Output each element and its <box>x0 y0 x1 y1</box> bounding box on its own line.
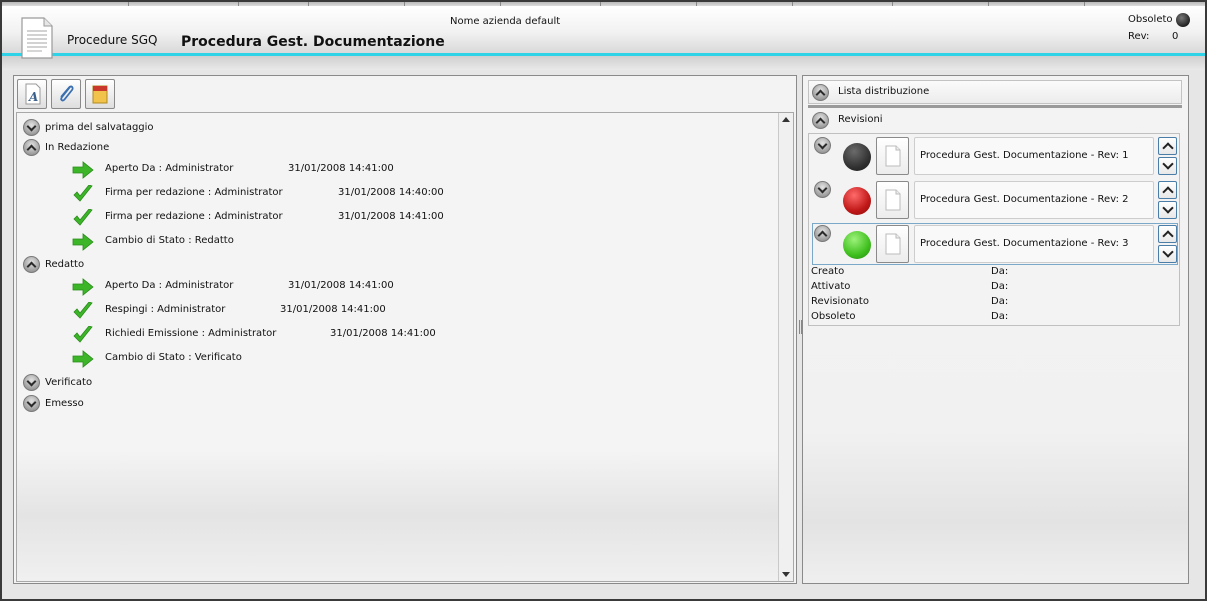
tree-node-prima-salvataggio[interactable]: prima del salvataggio <box>45 122 154 133</box>
move-down-button[interactable] <box>1158 245 1177 263</box>
event-text: Firma per redazione : Administrator <box>105 211 283 222</box>
paperclip-icon <box>60 85 74 102</box>
expand-chevron-icon[interactable] <box>23 119 40 136</box>
revision-row[interactable]: Procedura Gest. Documentazione - Rev: 2 <box>812 179 1178 221</box>
header-sub-band <box>2 56 1205 70</box>
tree-node-in-redazione[interactable]: In Redazione <box>45 142 109 153</box>
lista-distribuzione-header[interactable]: Lista distribuzione <box>808 80 1182 104</box>
detail-da: Da: <box>991 311 1009 322</box>
collapse-chevron-icon[interactable] <box>814 225 831 242</box>
move-up-button[interactable] <box>1158 225 1177 243</box>
collapse-chevron-icon[interactable] <box>812 112 829 129</box>
status-dot-icon <box>843 231 871 259</box>
obsolete-label: Obsoleto <box>1128 14 1173 25</box>
event-text: Richiedi Emissione : Administrator <box>105 328 277 339</box>
move-down-button[interactable] <box>1158 157 1177 175</box>
event-date: 31/01/2008 14:41:00 <box>330 328 436 339</box>
event-date: 31/01/2008 14:41:00 <box>288 280 394 291</box>
revision-title: Procedura Gest. Documentazione - Rev: 3 <box>914 225 1154 263</box>
event-text: Cambio di Stato : Verificato <box>105 352 242 363</box>
move-up-button[interactable] <box>1158 181 1177 199</box>
text-format-icon: A <box>25 83 41 105</box>
detail-da: Da: <box>991 296 1009 307</box>
detail-da: Da: <box>991 266 1009 277</box>
revisioni-header[interactable]: Revisioni <box>808 108 1182 132</box>
status-history-tree: prima del salvataggio In Redazione Apert… <box>16 112 794 582</box>
arrow-right-icon <box>72 278 94 296</box>
checkmark-icon <box>73 302 93 319</box>
event-date: 31/01/2008 14:40:00 <box>338 187 444 198</box>
svg-text:A: A <box>28 90 38 104</box>
expand-chevron-icon[interactable] <box>814 137 831 154</box>
text-format-button[interactable]: A <box>17 79 47 109</box>
detail-label-attivato: Attivato <box>811 281 851 292</box>
arrow-right-icon <box>72 161 94 179</box>
detail-label-obsoleto: Obsoleto <box>811 311 856 322</box>
revision-title-text: Procedura Gest. Documentazione - Rev: 1 <box>920 150 1129 161</box>
checkmark-icon <box>73 209 93 226</box>
document-icon <box>885 145 901 167</box>
document-icon <box>885 189 901 211</box>
expand-chevron-icon[interactable] <box>23 395 40 412</box>
page-title: Procedura Gest. Documentazione <box>181 34 445 50</box>
obsolete-status-dot <box>1176 13 1190 27</box>
detail-label-revisionato: Revisionato <box>811 296 869 307</box>
revisioni-label: Revisioni <box>838 114 883 125</box>
event-text: Firma per redazione : Administrator <box>105 187 283 198</box>
expand-chevron-icon[interactable] <box>814 181 831 198</box>
detail-da: Da: <box>991 281 1009 292</box>
notepad-icon <box>92 85 108 104</box>
open-document-button[interactable] <box>876 225 909 263</box>
event-date: 31/01/2008 14:41:00 <box>338 211 444 222</box>
event-text: Aperto Da : Administrator <box>105 280 234 291</box>
company-name: Nome azienda default <box>450 16 561 27</box>
scroll-down-icon[interactable] <box>782 572 790 577</box>
document-icon <box>21 17 53 59</box>
collapse-chevron-icon[interactable] <box>23 139 40 156</box>
open-document-button[interactable] <box>876 137 909 175</box>
revision-row[interactable]: Procedura Gest. Documentazione - Rev: 1 <box>812 135 1178 177</box>
arrow-right-icon <box>72 233 94 251</box>
move-up-button[interactable] <box>1158 137 1177 155</box>
collapse-chevron-icon[interactable] <box>812 84 829 101</box>
event-date: 31/01/2008 14:41:00 <box>288 163 394 174</box>
tree-scrollbar[interactable] <box>778 113 793 581</box>
tree-node-verificato[interactable]: Verificato <box>45 377 92 388</box>
arrow-right-icon <box>72 350 94 368</box>
checkmark-icon <box>73 185 93 202</box>
revision-row-selected[interactable]: Procedura Gest. Documentazione - Rev: 3 <box>812 223 1178 265</box>
event-date: 31/01/2008 14:41:00 <box>280 304 386 315</box>
revision-title: Procedura Gest. Documentazione - Rev: 2 <box>914 181 1154 219</box>
revisions-list: Procedura Gest. Documentazione - Rev: 1 … <box>808 133 1180 326</box>
history-panel: A prima del salvataggio In Redazione Ape… <box>13 75 797 584</box>
attachment-button[interactable] <box>51 79 81 109</box>
app-name: Procedure SGQ <box>67 33 158 47</box>
expand-chevron-icon[interactable] <box>23 374 40 391</box>
status-dot-icon <box>843 187 871 215</box>
tree-node-redatto[interactable]: Redatto <box>45 259 84 270</box>
event-text: Respingi : Administrator <box>105 304 226 315</box>
revision-label: Rev: <box>1128 31 1150 42</box>
scroll-up-icon[interactable] <box>782 117 790 122</box>
event-text: Cambio di Stato : Redatto <box>105 235 234 246</box>
event-text: Aperto Da : Administrator <box>105 163 234 174</box>
notes-button[interactable] <box>85 79 115 109</box>
document-icon <box>885 233 901 255</box>
revision-title-text: Procedura Gest. Documentazione - Rev: 3 <box>920 238 1129 249</box>
tree-node-emesso[interactable]: Emesso <box>45 398 84 409</box>
checkmark-icon <box>73 326 93 343</box>
collapse-chevron-icon[interactable] <box>23 256 40 273</box>
detail-label-creato: Creato <box>811 266 845 277</box>
revisions-panel: Lista distribuzione Revisioni Procedura … <box>802 75 1189 584</box>
lista-distribuzione-label: Lista distribuzione <box>838 86 930 97</box>
revision-value: 0 <box>1172 31 1179 42</box>
revision-title-text: Procedura Gest. Documentazione - Rev: 2 <box>920 194 1129 205</box>
status-dot-icon <box>843 143 871 171</box>
revision-title: Procedura Gest. Documentazione - Rev: 1 <box>914 137 1154 175</box>
move-down-button[interactable] <box>1158 201 1177 219</box>
open-document-button[interactable] <box>876 181 909 219</box>
